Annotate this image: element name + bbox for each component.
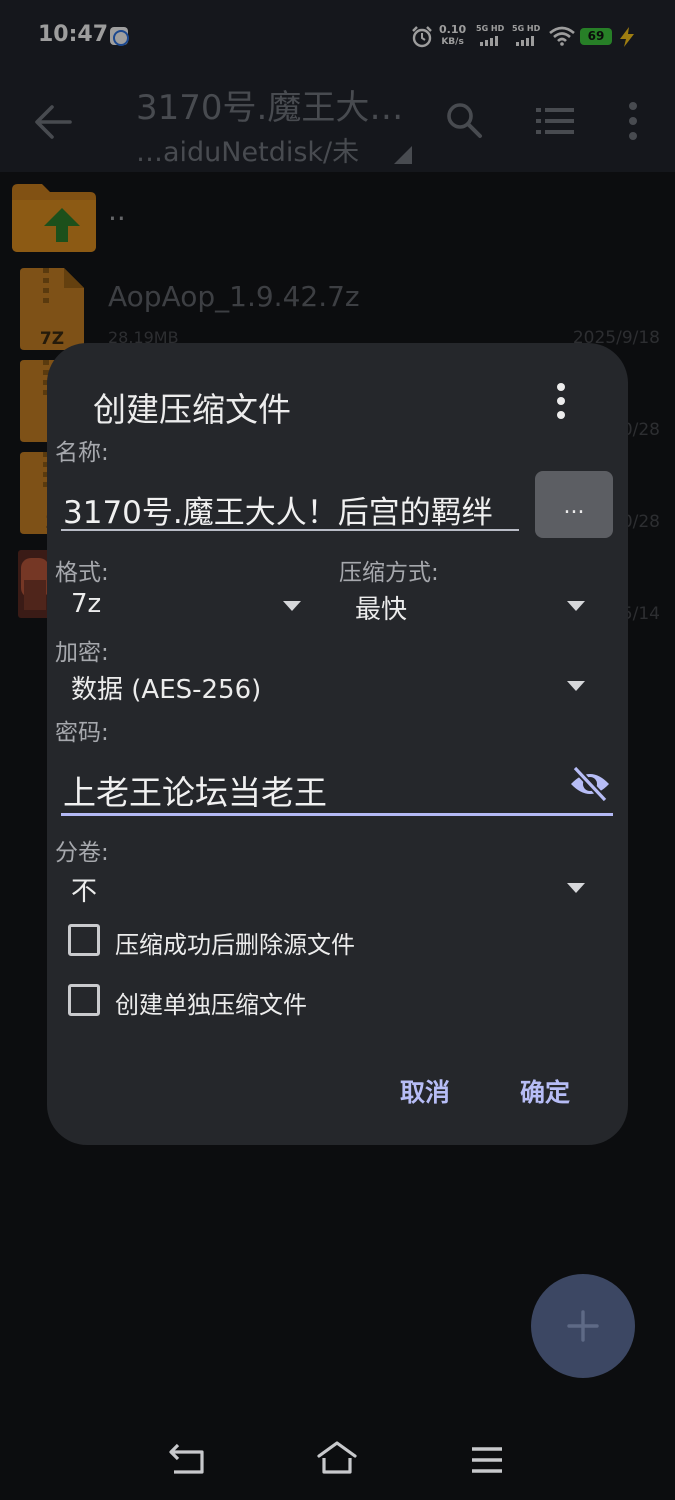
- chevron-down-icon: [283, 601, 301, 611]
- eye-off-icon[interactable]: [569, 766, 611, 802]
- chevron-down-icon: [567, 601, 585, 611]
- encryption-value: 数据 (AES-256): [71, 675, 262, 705]
- create-archive-dialog: 创建压缩文件 名称: 3170号.魔王大人！后宫的羁绊 ... 格式: 压缩方式…: [47, 343, 628, 1145]
- separate-archive-checkbox[interactable]: [68, 984, 100, 1016]
- add-fab-button[interactable]: [531, 1274, 635, 1378]
- delete-source-label[interactable]: 压缩成功后删除源文件: [115, 925, 355, 960]
- split-select[interactable]: 不: [61, 865, 595, 915]
- split-value: 不: [71, 877, 98, 907]
- nav-home-icon[interactable]: [316, 1440, 358, 1476]
- delete-source-checkbox[interactable]: [68, 924, 100, 956]
- browse-button[interactable]: ...: [535, 471, 613, 538]
- compression-method-value: 最快: [355, 595, 408, 625]
- password-input[interactable]: 上老王论坛当老王: [61, 748, 613, 816]
- split-label: 分卷:: [55, 840, 109, 866]
- compression-method-select[interactable]: 最快: [345, 583, 595, 633]
- format-value: 7z: [71, 589, 102, 619]
- encryption-label: 加密:: [55, 640, 109, 666]
- more-vert-icon[interactable]: [549, 381, 573, 421]
- plus-icon: [567, 1310, 599, 1342]
- password-label: 密码:: [55, 720, 109, 746]
- name-label: 名称:: [55, 440, 109, 466]
- separate-archive-label[interactable]: 创建单独压缩文件: [115, 985, 307, 1020]
- chevron-down-icon: [567, 681, 585, 691]
- format-label: 格式:: [55, 560, 109, 586]
- compression-method-label: 压缩方式:: [339, 560, 439, 586]
- archive-name-input[interactable]: 3170号.魔王大人！后宫的羁绊: [61, 469, 519, 531]
- nav-menu-icon[interactable]: [470, 1445, 504, 1475]
- nav-back-icon[interactable]: [168, 1442, 208, 1476]
- ok-button[interactable]: 确定: [520, 1073, 570, 1109]
- format-select[interactable]: 7z: [61, 583, 307, 633]
- chevron-down-icon: [567, 883, 585, 893]
- dialog-title: 创建压缩文件: [93, 390, 291, 429]
- cancel-button[interactable]: 取消: [400, 1073, 450, 1109]
- encryption-select[interactable]: 数据 (AES-256): [61, 663, 595, 713]
